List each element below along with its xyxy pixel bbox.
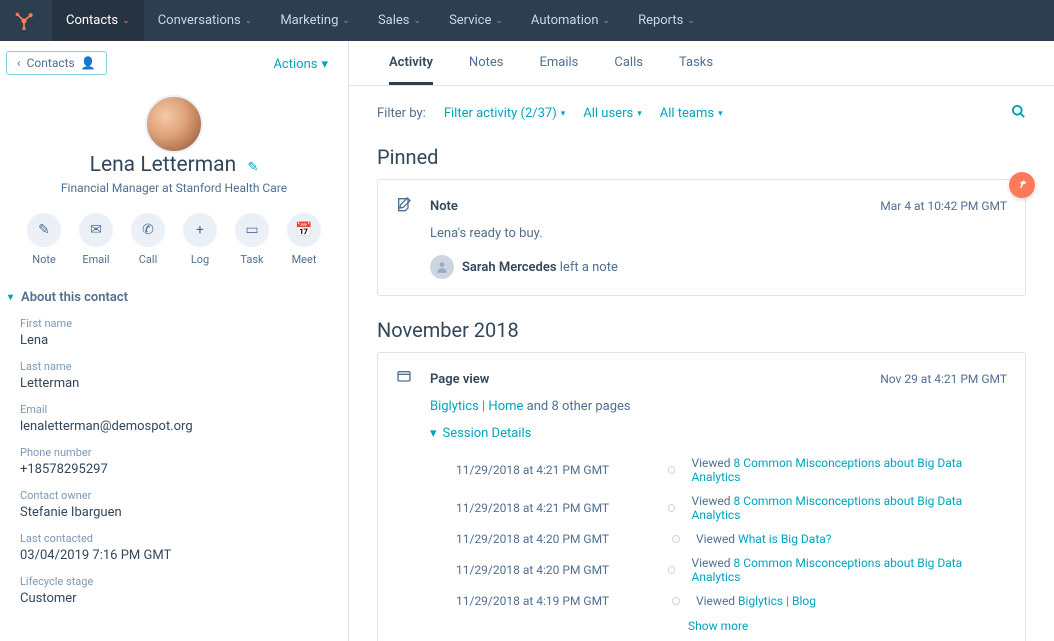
chevron-down-icon: ▾ <box>637 109 642 119</box>
page-suffix: and 8 other pages <box>523 399 630 414</box>
meet-action-icon: 📅 <box>287 213 321 247</box>
nav-contacts[interactable]: Contacts⌄ <box>52 0 144 41</box>
session-link[interactable]: Biglytics | Blog <box>738 594 816 608</box>
session-row: 11/29/2018 at 4:20 PM GMTViewed 8 Common… <box>456 551 1007 589</box>
chevron-down-icon: ⌄ <box>414 16 422 26</box>
back-label: Contacts <box>27 56 75 70</box>
chevron-left-icon: ‹ <box>17 56 21 70</box>
chevron-down-icon: ⌄ <box>495 16 503 26</box>
contact-subtitle: Financial Manager at Stanford Health Car… <box>20 181 328 195</box>
nav-service[interactable]: Service⌄ <box>435 0 517 41</box>
task-action[interactable]: ▭Task <box>235 213 269 266</box>
session-link[interactable]: 8 Common Misconceptions about Big Data A… <box>691 456 962 484</box>
show-more[interactable]: Show more <box>688 619 1007 633</box>
tab-activity[interactable]: Activity <box>389 55 433 85</box>
contact-icon: 👤 <box>81 56 96 70</box>
call-action-icon: ✆ <box>131 213 165 247</box>
pinned-title: Pinned <box>349 123 1054 179</box>
nav-sales[interactable]: Sales⌄ <box>364 0 435 41</box>
filter-bar: Filter by: Filter activity (2/37)▾ All u… <box>349 86 1054 123</box>
card-type: Note <box>430 199 458 214</box>
back-button[interactable]: ‹ Contacts 👤 <box>6 51 107 75</box>
chevron-down-icon: ▾ <box>430 426 437 441</box>
session-row: 11/29/2018 at 4:21 PM GMTViewed 8 Common… <box>456 489 1007 527</box>
tabs: Activity Notes Emails Calls Tasks <box>349 41 1054 86</box>
attr-name: Sarah Mercedes <box>462 260 557 275</box>
main-panel: Activity Notes Emails Calls Tasks Filter by:… <box>349 41 1054 641</box>
card-time: Mar 4 at 10:42 PM GMT <box>880 199 1007 213</box>
field-last-name: Last nameLetterman <box>20 360 328 391</box>
field-first-name: First nameLena <box>20 317 328 348</box>
chevron-down-icon: ▾ <box>718 109 723 119</box>
sidebar: ‹ Contacts 👤 Actions ▾ Lena Letterman ✎ … <box>0 41 349 641</box>
pageview-icon <box>396 369 416 389</box>
filter-users[interactable]: All users▾ <box>583 106 641 121</box>
avatar <box>145 95 203 153</box>
session-toggle[interactable]: ▾ Session Details <box>430 426 1007 441</box>
filter-teams[interactable]: All teams▾ <box>660 106 723 121</box>
note-action-icon: ✎ <box>27 213 61 247</box>
chevron-down-icon: ⌄ <box>687 16 695 26</box>
pinned-card: Note Mar 4 at 10:42 PM GMT Lena's ready … <box>377 179 1026 296</box>
card-type: Page view <box>430 372 489 387</box>
field-last-contacted: Last contacted03/04/2019 7:16 PM GMT <box>20 532 328 563</box>
call-action[interactable]: ✆Call <box>131 213 165 266</box>
nav-automation[interactable]: Automation⌄ <box>517 0 624 41</box>
filter-activity[interactable]: Filter activity (2/37)▾ <box>444 106 565 121</box>
edit-icon[interactable]: ✎ <box>247 160 258 175</box>
session-link[interactable]: 8 Common Misconceptions about Big Data A… <box>691 494 962 522</box>
session-row: 11/29/2018 at 4:21 PM GMTViewed 8 Common… <box>456 451 1007 489</box>
logo-icon[interactable] <box>14 11 34 31</box>
note-icon <box>396 196 416 216</box>
field-contact-owner: Contact ownerStefanie Ibarguen <box>20 489 328 520</box>
attr-verb: left a note <box>560 260 618 275</box>
chevron-down-icon: ▾ <box>561 109 566 119</box>
chevron-down-icon: ⌄ <box>342 16 350 26</box>
note-body: Lena's ready to buy. <box>430 226 1007 241</box>
session-link[interactable]: 8 Common Misconceptions about Big Data A… <box>691 556 962 584</box>
chevron-down-icon: ⌄ <box>245 16 253 26</box>
pin-icon[interactable] <box>1009 172 1035 198</box>
field-lifecycle-stage: Lifecycle stageCustomer <box>20 575 328 606</box>
email-action[interactable]: ✉Email <box>79 213 113 266</box>
tab-tasks[interactable]: Tasks <box>679 55 713 85</box>
tab-notes[interactable]: Notes <box>469 55 504 85</box>
top-nav: Contacts⌄Conversations⌄Marketing⌄Sales⌄S… <box>0 0 1054 41</box>
nav-reports[interactable]: Reports⌄ <box>624 0 709 41</box>
actions-button[interactable]: Actions ▾ <box>273 57 328 72</box>
timeline-dot <box>668 566 676 574</box>
chevron-down-icon: ▾ <box>321 57 328 72</box>
pageview-card: Page view Nov 29 at 4:21 PM GMT Biglytic… <box>377 352 1026 641</box>
timeline-dot <box>668 466 676 474</box>
tab-emails[interactable]: Emails <box>539 55 578 85</box>
search-icon[interactable] <box>1011 104 1026 123</box>
nav-marketing[interactable]: Marketing⌄ <box>266 0 364 41</box>
tab-calls[interactable]: Calls <box>614 55 643 85</box>
month-title: November 2018 <box>349 296 1054 352</box>
field-email: Emaillenaletterman@demospot.org <box>20 403 328 434</box>
page-link[interactable]: Biglytics | Home <box>430 399 523 414</box>
chevron-down-icon: ⌄ <box>603 16 611 26</box>
contact-name: Lena Letterman <box>90 153 237 177</box>
timeline-dot <box>672 535 680 543</box>
card-time: Nov 29 at 4:21 PM GMT <box>880 372 1007 386</box>
field-phone-number: Phone number+18578295297 <box>20 446 328 477</box>
task-action-icon: ▭ <box>235 213 269 247</box>
session-row: 11/29/2018 at 4:20 PM GMTViewed What is … <box>456 527 1007 551</box>
user-avatar-small <box>430 255 454 279</box>
about-toggle[interactable]: ▾ About this contact <box>8 290 328 305</box>
timeline-dot <box>672 597 680 605</box>
chevron-down-icon: ▾ <box>8 292 13 303</box>
filter-label: Filter by: <box>377 106 426 121</box>
session-link[interactable]: What is Big Data? <box>738 532 831 546</box>
meet-action[interactable]: 📅Meet <box>287 213 321 266</box>
timeline-dot <box>668 504 676 512</box>
log-action-icon: + <box>183 213 217 247</box>
session-row: 11/29/2018 at 4:19 PM GMTViewed Biglytic… <box>456 589 1007 613</box>
chevron-down-icon: ⌄ <box>122 16 130 26</box>
log-action[interactable]: +Log <box>183 213 217 266</box>
note-action[interactable]: ✎Note <box>27 213 61 266</box>
email-action-icon: ✉ <box>79 213 113 247</box>
nav-conversations[interactable]: Conversations⌄ <box>144 0 267 41</box>
